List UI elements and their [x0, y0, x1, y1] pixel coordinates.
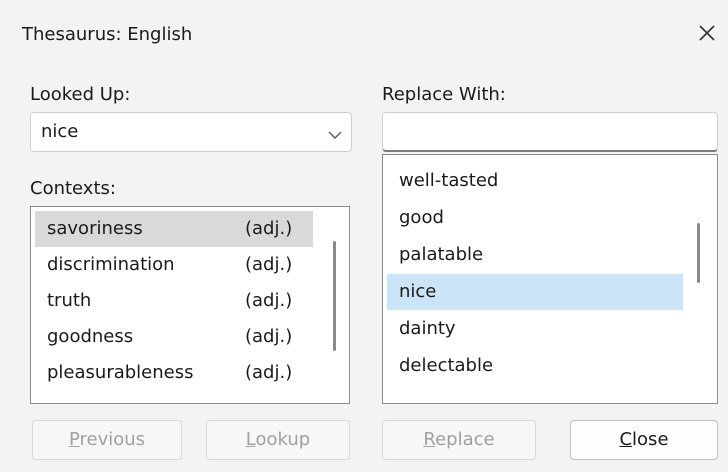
previous-button[interactable]: Previous: [32, 420, 182, 460]
close-button[interactable]: Close: [570, 420, 718, 460]
replace-with-input[interactable]: [382, 112, 718, 152]
replace-with-label: Replace With:: [382, 84, 506, 105]
context-pos: (adj.): [245, 290, 293, 311]
list-item[interactable]: delectable: [387, 348, 683, 384]
list-item[interactable]: good: [387, 200, 683, 236]
synonyms-list[interactable]: well-tasted good palatable nice dainty d…: [382, 154, 718, 404]
contexts-label: Contexts:: [30, 178, 116, 199]
contexts-list[interactable]: savoriness (adj.) discrimination (adj.) …: [30, 206, 350, 404]
list-item[interactable]: palatable: [387, 237, 683, 273]
looked-up-value: nice: [41, 121, 79, 142]
synonym-word: delectable: [399, 355, 494, 376]
thesaurus-dialog: Thesaurus: English Looked Up: nice Repla…: [0, 0, 728, 472]
list-item[interactable]: savoriness (adj.): [35, 211, 313, 247]
lookup-label-rest: ookup: [255, 429, 311, 450]
list-item[interactable]: well-tasted: [387, 163, 683, 199]
synonym-word: dainty: [399, 318, 456, 339]
close-icon[interactable]: [692, 18, 722, 48]
list-item[interactable]: truth (adj.): [35, 283, 313, 319]
context-word: pleasurableness: [47, 362, 194, 383]
close-mnemonic: C: [619, 429, 633, 450]
list-item[interactable]: discrimination (adj.): [35, 247, 313, 283]
previous-mnemonic: P: [68, 429, 80, 450]
context-word: discrimination: [47, 254, 175, 275]
context-pos: (adj.): [245, 254, 293, 275]
synonym-word: good: [399, 207, 444, 228]
list-item[interactable]: nice: [387, 274, 683, 310]
list-item[interactable]: pleasurableness (adj.): [35, 355, 313, 391]
synonym-word: palatable: [399, 244, 484, 265]
lookup-button[interactable]: Lookup: [206, 420, 350, 460]
synonym-word: nice: [399, 281, 437, 302]
chevron-down-icon[interactable]: [327, 125, 343, 146]
replace-mnemonic: R: [423, 429, 436, 450]
replace-button[interactable]: Replace: [382, 420, 536, 460]
list-item[interactable]: dainty: [387, 311, 683, 347]
context-pos: (adj.): [245, 362, 293, 383]
looked-up-label: Looked Up:: [30, 84, 131, 105]
close-label-rest: lose: [632, 429, 669, 450]
replace-label-rest: eplace: [435, 429, 495, 450]
context-word: truth: [47, 290, 92, 311]
previous-label-rest: revious: [79, 429, 146, 450]
synonym-word: well-tasted: [399, 170, 499, 191]
looked-up-combobox[interactable]: nice: [30, 112, 352, 152]
context-word: goodness: [47, 326, 134, 347]
contexts-scrollbar-thumb[interactable]: [333, 241, 336, 351]
context-word: savoriness: [47, 218, 143, 239]
synonyms-scrollbar-thumb[interactable]: [697, 223, 700, 283]
list-item[interactable]: goodness (adj.): [35, 319, 313, 355]
context-pos: (adj.): [245, 218, 293, 239]
context-pos: (adj.): [245, 326, 293, 347]
window-title: Thesaurus: English: [22, 24, 193, 45]
